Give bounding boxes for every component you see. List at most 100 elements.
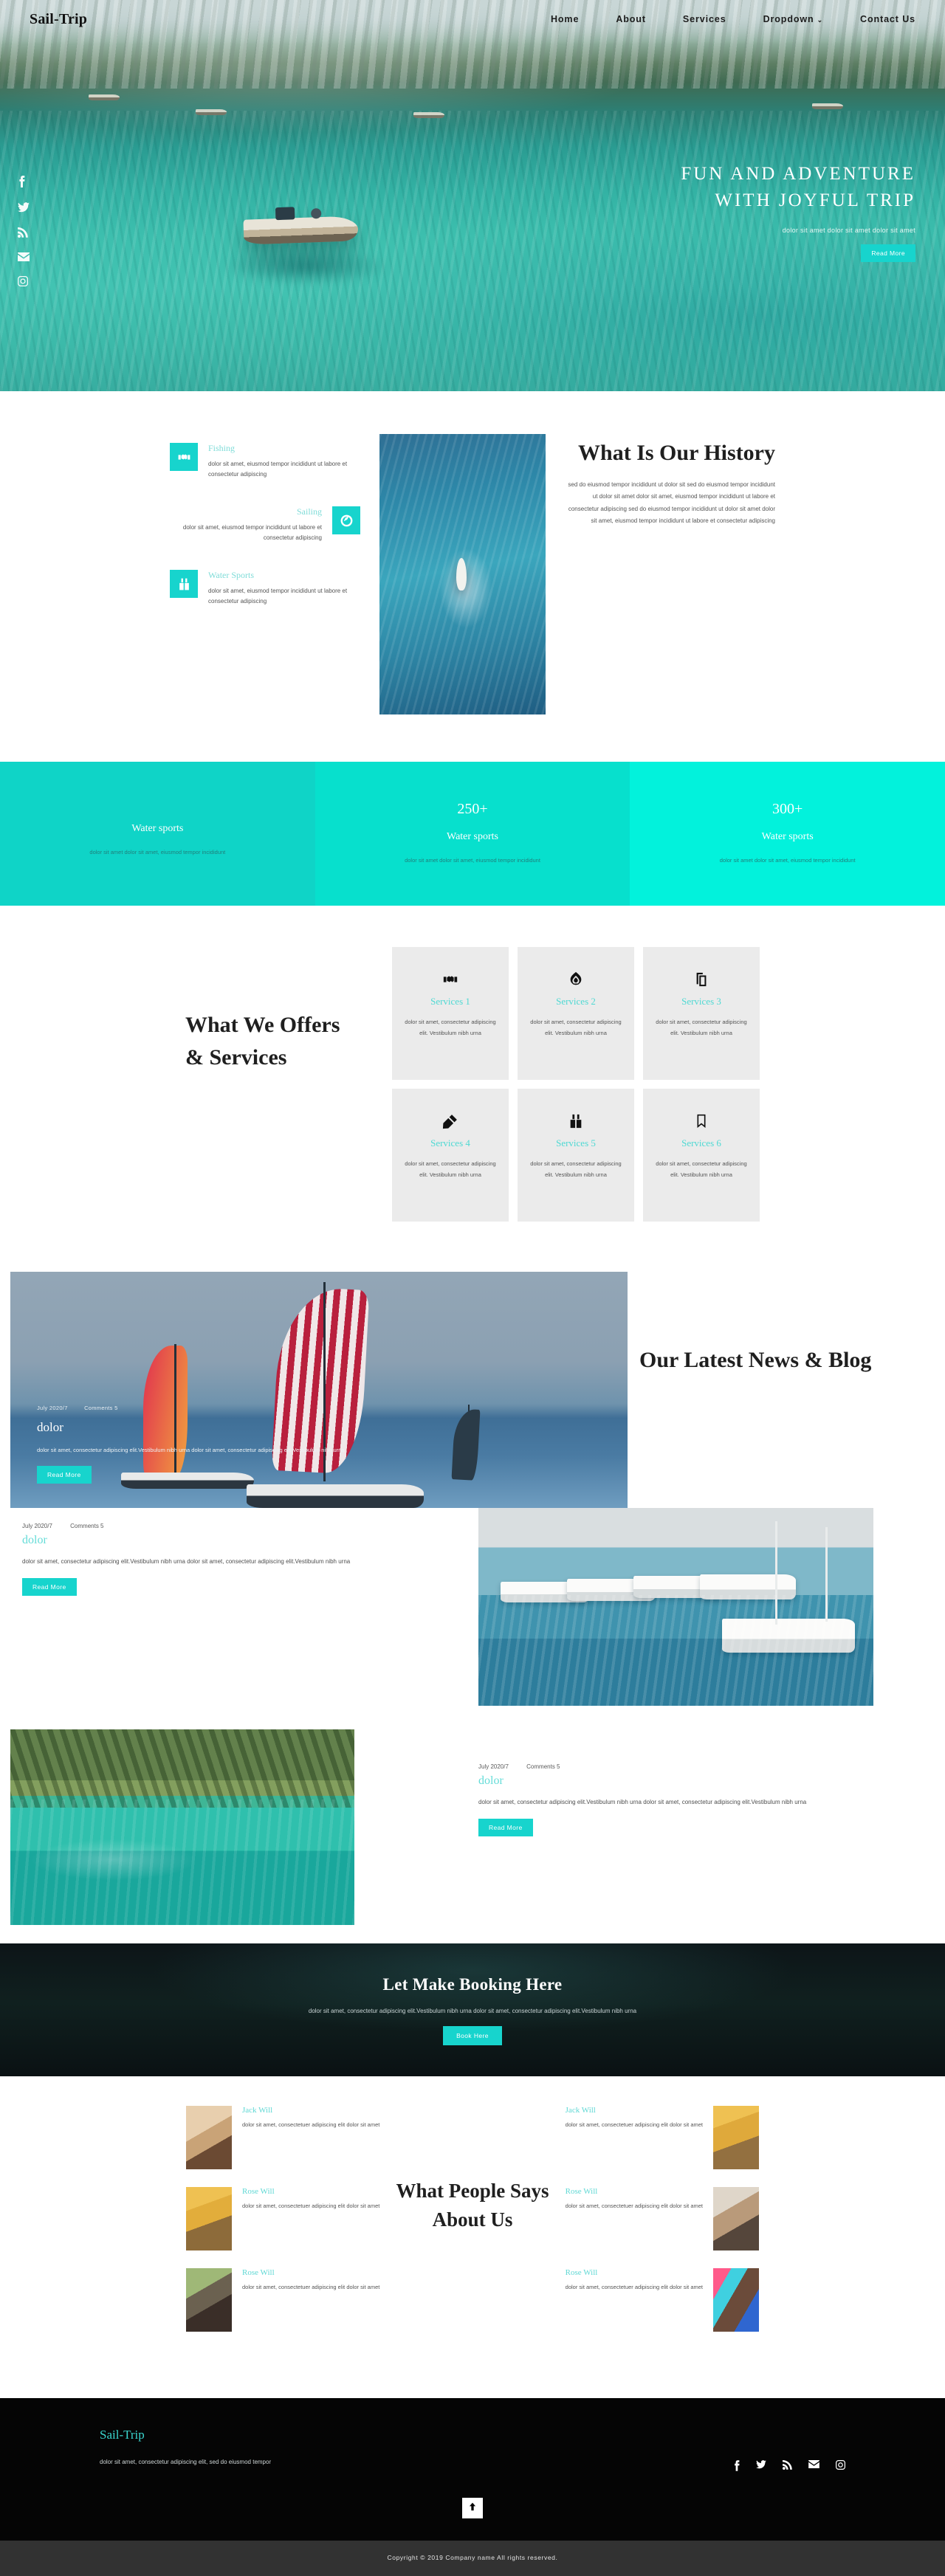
hero-section: Sail-Trip Home About Services Dropdown ⌄ … (0, 0, 945, 391)
hero-subtitle: dolor sit amet dolor sit amet dolor sit … (782, 226, 915, 234)
service-card-4[interactable]: Services 4 dolor sit amet, consectetur a… (392, 1089, 509, 1222)
testimonial-name: Rose Will (565, 2268, 598, 2277)
decorative-boat (196, 109, 227, 115)
stat-text: dolor sit amet dolor sit amet, eiusmod t… (719, 857, 856, 864)
brand-logo[interactable]: Sail-Trip (30, 11, 87, 28)
service-text: dolor sit amet, consectetur adipiscing e… (405, 1019, 496, 1036)
blog-title: dolor (22, 1534, 47, 1546)
testimonial-item: Jack Will dolor sit amet, consectetuer a… (186, 2106, 384, 2169)
blog-excerpt: dolor sit amet, consectetur adipiscing e… (37, 1447, 345, 1453)
twitter-icon[interactable] (18, 202, 30, 213)
nav-item-about[interactable]: About (616, 14, 646, 24)
blog-read-more-button[interactable]: Read More (22, 1577, 77, 1596)
feature-title: Water Sports (208, 570, 255, 580)
instagram-icon[interactable] (18, 276, 30, 286)
blog-comments: Comments 5 (84, 1405, 118, 1411)
stats-section: Water sports dolor sit amet dolor sit am… (0, 762, 945, 906)
testimonial-item: Rose Will dolor sit amet, consectetuer a… (186, 2268, 384, 2332)
testimonial-text: dolor sit amet, consectetuer adipiscing … (242, 2284, 380, 2290)
nav-item-dropdown[interactable]: Dropdown ⌄ (763, 14, 823, 24)
copyright-bar: Copyright © 2019 Company name All rights… (0, 2541, 945, 2576)
stat-card-2: 250+ Water sports dolor sit amet dolor s… (315, 762, 630, 906)
service-card-6[interactable]: Services 6 dolor sit amet, consectetur a… (643, 1089, 760, 1222)
booking-section: Let Make Booking Here dolor sit amet, co… (0, 1943, 945, 2076)
yacht (722, 1619, 855, 1653)
blog-post-1: July 2020/7 Comments 5 dolor dolor sit a… (0, 1266, 945, 1508)
blog-date: July 2020/7 (37, 1405, 68, 1411)
blog-post-3: July 2020/7 Comments 5 dolor dolor sit a… (0, 1729, 945, 1943)
service-title: Services 3 (681, 996, 721, 1007)
decorative-boat (89, 94, 120, 100)
rss-icon[interactable] (18, 227, 30, 238)
history-features: Fishing dolor sit amet, eiusmod tempor i… (170, 434, 360, 714)
copy-icon (693, 965, 709, 994)
feature-text: dolor sit amet, eiusmod tempor incididun… (208, 588, 348, 605)
nav-links: Home About Services Dropdown ⌄ Contact Us (551, 14, 915, 24)
blog-read-more-button[interactable]: Read More (478, 1818, 533, 1836)
testimonial-name: Rose Will (242, 2268, 275, 2277)
service-card-1[interactable]: Services 1 dolor sit amet, consectetur a… (392, 947, 509, 1080)
testimonial-name: Jack Will (565, 2106, 596, 2115)
testimonials-left-column: Jack Will dolor sit amet, consectetuer a… (186, 2106, 384, 2349)
scroll-to-top-button[interactable] (462, 2498, 483, 2518)
blog-post-3-text: July 2020/7 Comments 5 dolor dolor sit a… (478, 1763, 892, 1836)
decorative-boat (812, 103, 843, 109)
mast (775, 1521, 777, 1625)
service-title: Services 2 (556, 996, 596, 1007)
service-card-2[interactable]: Services 2 dolor sit amet, consectetur a… (518, 947, 634, 1080)
feature-fishing: Fishing dolor sit amet, eiusmod tempor i… (170, 443, 360, 480)
blog-post-2-text: July 2020/7 Comments 5 dolor dolor sit a… (22, 1523, 436, 1596)
binoculars-icon (170, 570, 198, 598)
handshake-icon (442, 965, 458, 994)
service-text: dolor sit amet, consectetur adipiscing e… (656, 1019, 747, 1036)
blog-meta: July 2020/7 Comments 5 (37, 1405, 601, 1411)
footer-tagline: dolor sit amet, consectetur adipiscing e… (100, 2459, 272, 2465)
testimonial-body: Rose Will dolor sit amet, consectetuer a… (242, 2187, 379, 2250)
nav-item-home[interactable]: Home (551, 14, 579, 24)
feature-text: dolor sit amet, eiusmod tempor incididun… (182, 524, 322, 541)
avatar (713, 2268, 759, 2332)
blog-title: dolor (37, 1420, 63, 1434)
nav-item-contact-us[interactable]: Contact Us (860, 14, 915, 24)
stat-title: Water sports (446, 831, 499, 843)
service-card-5[interactable]: Services 5 dolor sit amet, consectetur a… (518, 1089, 634, 1222)
testimonial-item: Rose Will dolor sit amet, consectetuer a… (561, 2268, 759, 2332)
stat-number: 250+ (457, 801, 488, 818)
testimonial-body: Rose Will dolor sit amet, consectetuer a… (242, 2268, 379, 2332)
history-section: Fishing dolor sit amet, eiusmod tempor i… (0, 391, 945, 762)
service-card-3[interactable]: Services 3 dolor sit amet, consectetur a… (643, 947, 760, 1080)
testimonials-section: Jack Will dolor sit amet, consectetuer a… (0, 2076, 945, 2398)
stat-title: Water sports (131, 822, 184, 834)
nav-item-dropdown-label: Dropdown (763, 14, 814, 24)
stat-number: 300+ (772, 801, 803, 818)
avatar (186, 2106, 232, 2169)
footer-brand[interactable]: Sail-Trip (100, 2428, 271, 2442)
services-grid: Services 1 dolor sit amet, consectetur a… (392, 947, 760, 1222)
blog-comments: Comments 5 (70, 1523, 104, 1529)
blog-read-more-button[interactable]: Read More (37, 1466, 92, 1484)
blog-meta: July 2020/7 Comments 5 (478, 1763, 892, 1770)
service-title: Services 1 (430, 996, 470, 1007)
feature-text: dolor sit amet, eiusmod tempor incididun… (208, 461, 348, 478)
footer-social (733, 2428, 845, 2471)
footer: Sail-Trip dolor sit amet, consectetur ad… (0, 2398, 945, 2576)
stat-text: dolor sit amet dolor sit amet, eiusmod t… (405, 857, 540, 864)
nav-item-services[interactable]: Services (683, 14, 726, 24)
stat-card-1: Water sports dolor sit amet dolor sit am… (0, 762, 315, 906)
blog-image-marina (478, 1508, 873, 1706)
blog-date: July 2020/7 (478, 1763, 509, 1770)
footer-brand-block: Sail-Trip dolor sit amet, consectetur ad… (100, 2428, 271, 2465)
service-text: dolor sit amet, consectetur adipiscing e… (405, 1160, 496, 1178)
testimonial-text: dolor sit amet, consectetuer adipiscing … (565, 2121, 703, 2128)
blog-date: July 2020/7 (22, 1523, 52, 1529)
history-photo (379, 434, 546, 714)
facebook-icon[interactable] (18, 176, 30, 187)
service-text: dolor sit amet, consectetur adipiscing e… (530, 1160, 622, 1178)
hero-read-more-button[interactable]: Read More (861, 244, 915, 262)
testimonial-text: dolor sit amet, consectetuer adipiscing … (242, 2203, 380, 2209)
book-here-button[interactable]: Book Here (443, 2025, 502, 2045)
service-title: Services 6 (681, 1137, 721, 1148)
mail-icon[interactable] (18, 252, 30, 261)
testimonial-text: dolor sit amet, consectetuer adipiscing … (565, 2203, 703, 2209)
testimonials-heading: What People Says About Us (396, 2180, 549, 2231)
